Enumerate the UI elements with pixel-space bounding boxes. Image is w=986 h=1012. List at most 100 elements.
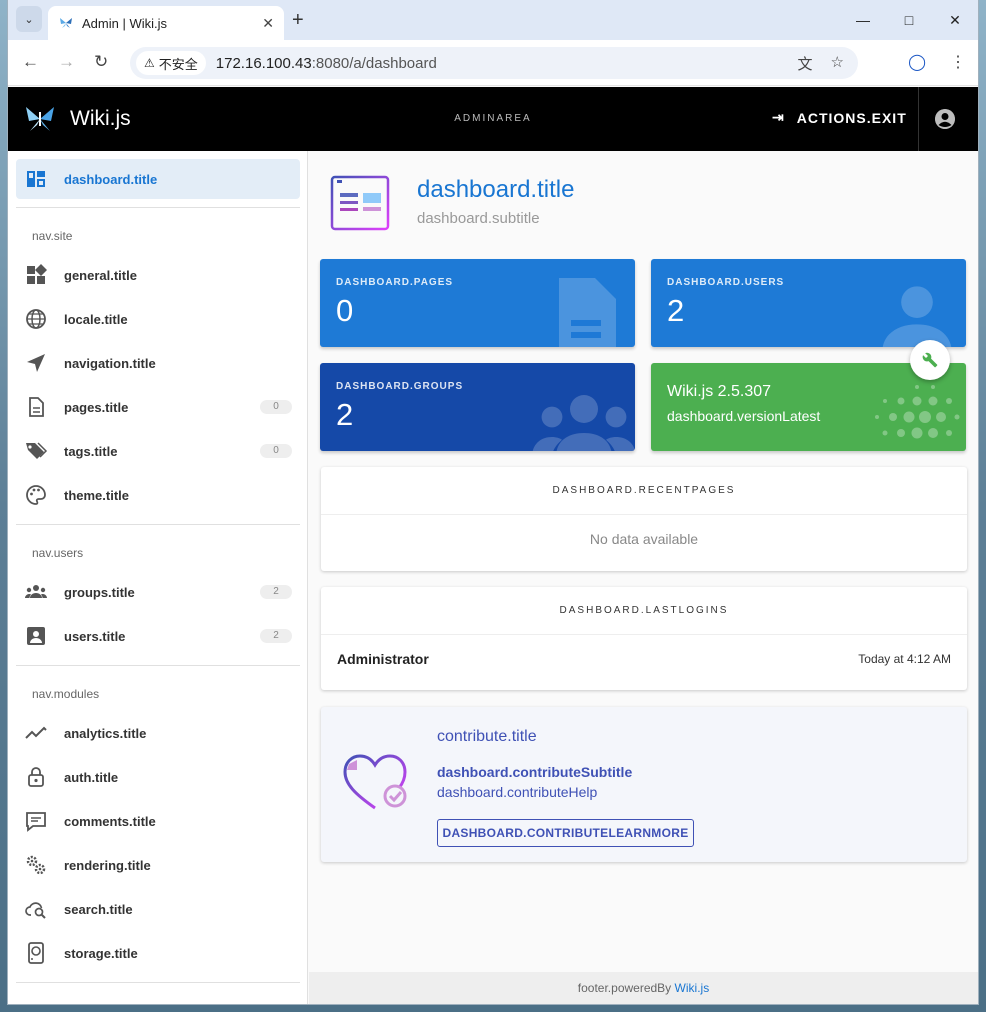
login-time: Today at 4:12 AM [858,652,951,666]
kebab-menu-icon[interactable]: ⋮ [950,52,966,72]
sidebar-item-comments[interactable]: comments.title [16,801,300,841]
stat-label: DASHBOARD.USERS [667,277,785,288]
main-content: dashboard.title dashboard.subtitle DASHB… [309,151,978,971]
cloud-search-icon [25,902,46,919]
page-title: dashboard.title [417,176,575,203]
dashboard-icon [27,171,45,187]
file-document-icon [29,397,44,417]
sidebar-item-tags[interactable]: tags.title 0 [16,431,300,471]
wrench-icon [922,352,938,368]
login-user-name: Administrator [337,651,429,667]
footer: footer.poweredBy Wiki.js [309,972,978,1004]
sidebar-item-pages[interactable]: pages.title 0 [16,387,300,427]
stat-label: DASHBOARD.GROUPS [336,381,464,392]
window-close-icon[interactable]: ✕ [932,0,978,40]
comment-text-icon [26,812,46,832]
navigation-arrow-icon [27,354,45,372]
minimize-icon[interactable]: — [840,0,886,40]
sidebar-item-general[interactable]: general.title [16,255,300,295]
sidebar-item-label: locale.title [64,311,128,327]
card-title: DASHBOARD.RECENTPAGES [321,467,967,515]
maximize-icon[interactable]: □ [886,0,932,40]
stat-label: DASHBOARD.PAGES [336,277,454,288]
account-box-icon [27,627,45,645]
translate-icon[interactable]: 文 [798,53,813,74]
security-label: 不安全 [158,56,198,72]
security-chip[interactable]: ⚠ 不安全 [136,51,206,75]
stat-value: 0 [336,293,354,328]
contribute-card: contribute.title dashboard.contributeSub… [321,707,967,862]
account-icon [882,286,952,347]
nav-site-header: nav.site [32,229,73,243]
chart-line-icon [25,726,47,739]
stat-value: 2 [336,397,354,432]
new-tab-icon[interactable]: + [292,9,304,32]
account-group-icon [532,395,635,451]
tab-search-button[interactable]: ⌄ [16,6,42,32]
footer-link[interactable]: Wiki.js [675,981,710,995]
url-text: 172.16.100.43:8080/a/dashboard [216,55,437,72]
browser-tab[interactable]: Admin | Wiki.js ✕ [48,6,284,40]
exit-button[interactable]: ⇥ ACTIONS.EXIT [772,109,907,126]
pages-count-badge: 0 [260,400,292,414]
sidebar-item-dashboard[interactable]: dashboard.title [16,159,300,199]
tags-count-badge: 0 [260,444,292,458]
login-row[interactable]: Administrator Today at 4:12 AM [321,635,967,691]
globe-icon [26,309,46,329]
sidebar-item-label: comments.title [64,813,156,829]
tags-icon [26,442,48,459]
sidebar-item-groups[interactable]: groups.title 2 [16,572,300,612]
wikijs-favicon-icon [60,18,72,28]
dots-pattern-icon [875,385,960,439]
sidebar-divider [16,665,300,666]
users-count-badge: 2 [260,629,292,643]
version-title: Wiki.js 2.5.307 [667,383,772,400]
check-updates-button[interactable] [910,340,950,380]
sidebar-item-navigation[interactable]: navigation.title [16,343,300,383]
contribute-help: dashboard.contributeHelp [437,784,598,800]
sidebar-item-storage[interactable]: storage.title [16,933,300,973]
cogs-icon [26,855,46,875]
browser-toolbar: ← → ↻ ⚠ 不安全 172.16.100.43:8080/a/dashboa… [8,40,978,86]
recent-pages-card: DASHBOARD.RECENTPAGES No data available [321,467,967,571]
users-stat-card[interactable]: DASHBOARD.USERS 2 [651,259,966,347]
sidebar-item-rendering[interactable]: rendering.title [16,845,300,885]
footer-text: footer.poweredBy [577,981,672,995]
address-bar[interactable]: ⚠ 不安全 172.16.100.43:8080/a/dashboard 文 ☆ [130,47,858,79]
groups-count-badge: 2 [260,585,292,599]
back-arrow-icon[interactable]: ← [22,52,39,72]
version-status: dashboard.versionLatest [667,408,821,424]
lock-icon [28,767,44,787]
pages-stat-card[interactable]: DASHBOARD.PAGES 0 [320,259,635,347]
learn-more-button[interactable]: DASHBOARD.CONTRIBUTELEARNMORE [437,819,694,847]
sidebar-item-label: pages.title [64,399,129,415]
window-controls: — □ ✕ [840,0,978,40]
sidebar-item-search[interactable]: search.title [16,889,300,929]
sidebar-item-users[interactable]: users.title 2 [16,616,300,656]
tab-strip: ⌄ Admin | Wiki.js ✕ + — □ ✕ [8,0,978,40]
card-title: DASHBOARD.LASTLOGINS [321,587,967,635]
account-icon[interactable] [935,109,955,129]
exit-label: ACTIONS.EXIT [796,109,907,126]
sidebar-item-auth[interactable]: auth.title [16,757,300,797]
sidebar: dashboard.title nav.site general.title l… [8,151,308,1004]
sidebar-item-label: navigation.title [64,355,156,371]
sidebar-divider [16,524,300,525]
close-icon[interactable]: ✕ [262,15,274,32]
nav-users-header: nav.users [32,546,84,560]
sidebar-item-label: rendering.title [64,857,151,873]
profile-icon[interactable]: ◯ [908,52,926,72]
reload-icon[interactable]: ↻ [94,52,108,72]
sidebar-item-label: groups.title [64,584,135,600]
sidebar-item-label: storage.title [64,945,138,961]
forward-arrow-icon[interactable]: → [58,52,75,72]
groups-stat-card[interactable]: DASHBOARD.GROUPS 2 [320,363,635,451]
sidebar-item-locale[interactable]: locale.title [16,299,300,339]
last-logins-card: DASHBOARD.LASTLOGINS Administrator Today… [321,587,967,690]
no-data-message: No data available [589,531,699,547]
sidebar-item-analytics[interactable]: analytics.title [16,713,300,753]
warning-icon: ⚠ [144,56,155,70]
sidebar-item-label: dashboard.title [64,171,158,187]
bookmark-star-icon[interactable]: ☆ [831,53,844,74]
sidebar-item-theme[interactable]: theme.title [16,475,300,515]
